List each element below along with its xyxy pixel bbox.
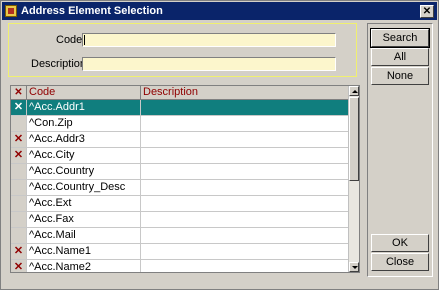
description-cell <box>141 164 349 179</box>
description-cell <box>141 116 349 131</box>
description-field[interactable] <box>82 57 336 71</box>
description-cell <box>141 100 349 115</box>
code-cell: ^Acc.Country <box>27 164 141 179</box>
table-row[interactable]: ^Acc.Country <box>11 164 349 180</box>
description-cell <box>141 228 349 243</box>
scroll-up-button[interactable] <box>349 86 359 96</box>
text-caret <box>84 35 85 45</box>
window-title: Address Element Selection <box>21 5 163 17</box>
table-row[interactable]: ✕ ^Acc.Addr3 <box>11 132 349 148</box>
grid-rows: ✕ ^Acc.Addr1 ^Con.Zip ✕ ^Acc.Addr3 ✕ ^Acc.City… <box>11 100 349 273</box>
scroll-down-button[interactable] <box>349 262 359 272</box>
table-row[interactable]: ^Acc.Mail <box>11 228 349 244</box>
x-mark-icon: ✕ <box>13 101 24 113</box>
table-row[interactable]: ^Acc.Country_Desc <box>11 180 349 196</box>
table-row[interactable]: ✕ ^Acc.Addr1 <box>11 100 349 116</box>
title-bar[interactable]: Address Element Selection ✕ <box>2 2 437 20</box>
code-cell: ^Acc.Addr1 <box>27 100 141 115</box>
description-cell <box>141 244 349 259</box>
close-button[interactable]: Close <box>371 253 429 271</box>
code-cell: ^Acc.Addr3 <box>27 132 141 147</box>
table-row[interactable]: ^Acc.Fax <box>11 212 349 228</box>
row-select-cell[interactable]: ✕ <box>11 100 27 115</box>
row-select-cell[interactable] <box>11 196 27 211</box>
close-window-button[interactable]: ✕ <box>420 4 434 18</box>
code-cell: ^Acc.Ext <box>27 196 141 211</box>
description-cell <box>141 180 349 195</box>
code-cell: ^Acc.Name2 <box>27 260 141 272</box>
table-row[interactable]: ✕ ^Acc.City <box>11 148 349 164</box>
table-row[interactable]: ^Con.Zip <box>11 116 349 132</box>
description-cell <box>141 260 349 272</box>
row-select-cell[interactable]: ✕ <box>11 132 27 147</box>
column-header-code[interactable]: Code <box>27 86 141 99</box>
table-row[interactable]: ✕ ^Acc.Name2 <box>11 260 349 273</box>
ok-button[interactable]: OK <box>371 234 429 252</box>
search-panel: Code Description <box>8 23 357 77</box>
row-select-cell[interactable]: ✕ <box>11 260 27 273</box>
description-cell <box>141 196 349 211</box>
code-cell: ^Acc.Country_Desc <box>27 180 141 195</box>
description-cell <box>141 212 349 227</box>
row-select-cell[interactable]: ✕ <box>11 244 27 259</box>
all-button[interactable]: All <box>371 48 429 66</box>
table-row[interactable]: ✕ ^Acc.Name1 <box>11 244 349 260</box>
search-button[interactable]: Search <box>370 28 430 48</box>
x-mark-icon: ✕ <box>13 149 24 161</box>
row-select-cell[interactable] <box>11 180 27 195</box>
code-cell: ^Acc.Name1 <box>27 244 141 259</box>
description-label: Description <box>31 58 87 70</box>
description-cell <box>141 148 349 163</box>
row-select-cell[interactable]: ✕ <box>11 148 27 163</box>
x-mark-icon: ✕ <box>13 261 24 273</box>
code-cell: ^Acc.Mail <box>27 228 141 243</box>
x-mark-icon: ✕ <box>13 133 24 145</box>
code-label: Code <box>56 34 83 46</box>
column-header-description[interactable]: Description <box>141 86 349 99</box>
none-button[interactable]: None <box>371 67 429 85</box>
grid-header: ✕ Code Description <box>11 86 349 100</box>
description-cell <box>141 132 349 147</box>
row-select-cell[interactable] <box>11 228 27 243</box>
table-row[interactable]: ^Acc.Ext <box>11 196 349 212</box>
scroll-thumb[interactable] <box>349 97 359 181</box>
vertical-scrollbar[interactable] <box>348 86 359 272</box>
select-column-header[interactable]: ✕ <box>11 86 27 99</box>
x-mark-icon: ✕ <box>14 87 23 98</box>
row-select-cell[interactable] <box>11 164 27 179</box>
row-select-cell[interactable] <box>11 212 27 227</box>
dialog-window: Address Element Selection ✕ Code Descrip… <box>0 0 439 290</box>
code-cell: ^Acc.Fax <box>27 212 141 227</box>
code-cell: ^Acc.City <box>27 148 141 163</box>
down-arrow-icon <box>352 266 358 269</box>
results-grid: ✕ Code Description ✕ ^Acc.Addr1 ^Con.Zip ✕ ^… <box>10 85 360 273</box>
up-arrow-icon <box>352 90 358 93</box>
app-icon <box>5 5 17 17</box>
x-mark-icon: ✕ <box>13 245 24 257</box>
row-select-cell[interactable] <box>11 116 27 131</box>
code-cell: ^Con.Zip <box>27 116 141 131</box>
code-field[interactable] <box>82 33 336 47</box>
